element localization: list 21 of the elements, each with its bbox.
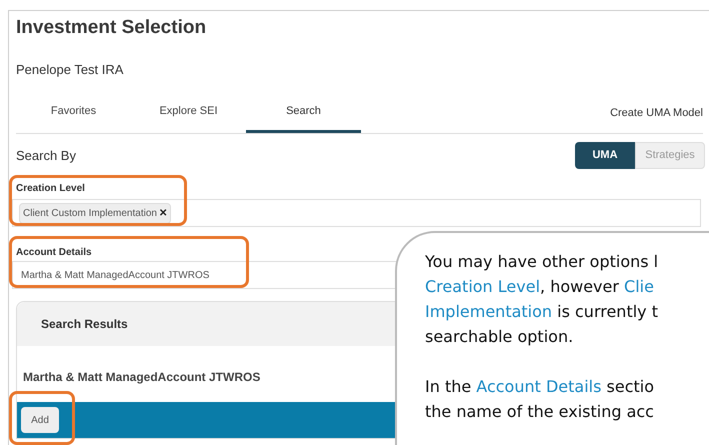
search-results-title: Search Results (41, 316, 128, 333)
creation-level-field[interactable]: Client Custom Implementation ✕ (12, 199, 701, 227)
callout-text-line: the name of the existing acc (425, 401, 654, 423)
remove-chip-icon[interactable]: ✕ (158, 206, 167, 220)
account-name: Penelope Test IRA (16, 62, 124, 78)
highlight-outline (9, 391, 75, 445)
creation-level-label: Creation Level (16, 182, 85, 196)
tab[interactable]: Favorites (16, 103, 131, 133)
create-uma-model-link[interactable]: Create UMA Model (610, 104, 703, 133)
account-details-label: Account Details (16, 246, 92, 260)
callout-text-line: Implementation is currently t (425, 301, 658, 323)
toggle-option[interactable]: UMA (575, 142, 635, 169)
page-title: Investment Selection (16, 16, 208, 40)
tab[interactable]: Search (246, 103, 361, 133)
filter-chip: Client Custom Implementation ✕ (19, 202, 171, 224)
callout-text-line: searchable option. (425, 326, 574, 348)
result-name: Martha & Matt ManagedAccount JTWROS (23, 369, 260, 386)
search-by-label: Search By (16, 146, 76, 165)
callout-text-line: In the Account Details sectio (425, 376, 654, 398)
add-button[interactable]: Add (21, 407, 59, 433)
tab[interactable]: Explore SEI (131, 103, 246, 133)
